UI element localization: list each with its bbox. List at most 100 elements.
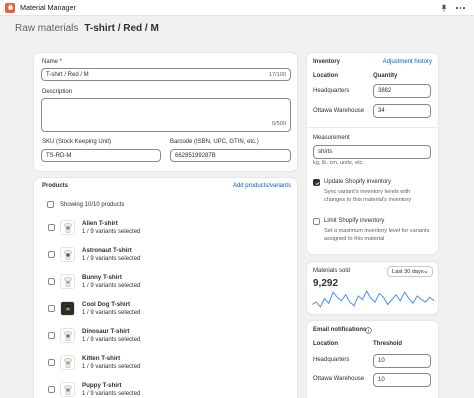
add-products-link[interactable]: Add products/variants <box>233 183 291 189</box>
threshold-value: 10 <box>378 358 385 364</box>
product-row[interactable]: Puppy T-shirt 1 / 9 variants selected <box>35 381 297 398</box>
product-thumbnail <box>60 328 75 343</box>
product-thumbnail <box>60 247 75 262</box>
name-value: T-shirt / Red / M <box>46 71 89 78</box>
location-column-header: Location <box>313 73 338 79</box>
materials-sold-title: Materials sold <box>313 268 351 274</box>
product-checkbox[interactable] <box>48 332 55 339</box>
product-checkbox[interactable] <box>48 386 55 393</box>
limit-inventory-hint: Set a maximum inventory level for varian… <box>324 228 430 242</box>
inventory-card: Inventory Adjustment history Location Qu… <box>307 53 438 254</box>
description-field[interactable] <box>41 98 291 132</box>
app-title: Material Manager <box>20 3 76 12</box>
page-title: T-shirt / Red / M <box>84 23 159 34</box>
description-label: Description <box>42 89 73 95</box>
sku-field[interactable]: TS-RD-M <box>41 149 161 162</box>
sales-sparkline <box>311 290 435 308</box>
location-name: Ottawa Warehouse <box>313 376 365 382</box>
adjustment-history-link[interactable]: Adjustment history <box>383 59 432 65</box>
sku-label: SKU (Stock Keeping Unit) <box>42 139 112 145</box>
date-range-value: Last 30 days <box>392 268 424 275</box>
product-checkbox[interactable] <box>48 305 55 312</box>
product-variants: 1 / 9 variants selected <box>82 364 141 370</box>
product-thumbnail <box>60 355 75 370</box>
materials-sold-value: 9,292 <box>313 278 339 289</box>
product-name: Puppy T-shirt <box>82 382 122 389</box>
inventory-title: Inventory <box>313 59 341 65</box>
location-name: Headquarters <box>313 88 350 94</box>
chevron-down-icon <box>424 271 428 274</box>
pin-icon[interactable] <box>440 4 448 12</box>
breadcrumb-parent[interactable]: Raw materials <box>15 23 78 34</box>
quantity-value: 34 <box>378 108 385 114</box>
quantity-column-header: Quantity <box>373 73 398 79</box>
product-checkbox[interactable] <box>48 278 55 285</box>
name-field[interactable]: T-shirt / Red / M <box>41 68 291 81</box>
info-icon[interactable] <box>365 327 372 334</box>
name-label: Name * <box>42 59 63 65</box>
product-name: Astronaut T-shirt <box>82 247 132 254</box>
date-range-select[interactable]: Last 30 days <box>387 266 433 277</box>
threshold-column-header: Threshold <box>373 341 403 347</box>
product-variants: 1 / 9 variants selected <box>82 283 141 289</box>
quantity-input[interactable]: 3882 <box>373 84 431 98</box>
product-variants: 1 / 9 variants selected <box>82 337 141 343</box>
product-name: Dinosaur T-shirt <box>82 328 130 335</box>
email-notifications-title: Email notifications <box>313 327 367 333</box>
product-row[interactable]: Cool Dog T-shirt 1 / 9 variants selected <box>35 300 297 327</box>
barcode-label: Barcode (ISBN, UPC, GTIN, etc.) <box>170 139 259 145</box>
threshold-value: 10 <box>378 377 385 383</box>
more-icon[interactable] <box>456 4 465 12</box>
update-inventory-label: Update Shopify inventory <box>324 179 392 185</box>
product-row[interactable]: Astronaut T-shirt 1 / 9 variants selecte… <box>35 246 297 273</box>
location-name: Headquarters <box>313 357 350 363</box>
breadcrumb: Raw materials T-shirt / Red / M <box>15 23 159 34</box>
materials-sold-card: Materials sold Last 30 days 9,292 <box>307 262 438 314</box>
app-header: Material Manager <box>0 0 474 16</box>
product-name: Alien T-shirt <box>82 220 118 227</box>
quantity-input[interactable]: 34 <box>373 104 431 118</box>
product-variants: 1 / 9 variants selected <box>82 310 141 316</box>
product-name: Bunny T-shirt <box>82 274 122 281</box>
measurement-value: shirts <box>318 149 333 155</box>
update-inventory-hint: Sync variant's inventory levels with cha… <box>324 189 412 203</box>
sku-value: TS-RD-M <box>46 152 72 159</box>
measurement-hint: kg, lb, cm, units, etc. <box>313 160 364 166</box>
product-variants: 1 / 9 variants selected <box>82 256 141 262</box>
product-row[interactable]: Bunny T-shirt 1 / 9 variants selected <box>35 273 297 300</box>
quantity-value: 3882 <box>378 88 392 94</box>
product-checkbox[interactable] <box>48 251 55 258</box>
select-all-checkbox[interactable] <box>47 201 54 208</box>
barcode-value: 66285199287B <box>175 152 216 159</box>
description-char-count: 0/500 <box>272 121 286 127</box>
details-card: Name * T-shirt / Red / M 17/100 Descript… <box>34 53 297 171</box>
product-name: Kitten T-shirt <box>82 355 121 362</box>
product-thumbnail <box>60 382 75 397</box>
location-name: Ottawa Warehouse <box>313 108 365 114</box>
product-row[interactable]: Dinosaur T-shirt 1 / 9 variants selected <box>35 327 297 354</box>
product-name: Cool Dog T-shirt <box>82 301 131 308</box>
measurement-label: Measurement <box>313 135 350 141</box>
limit-inventory-label: Limit Shopify inventory <box>324 218 385 224</box>
product-row[interactable]: Kitten T-shirt 1 / 9 variants selected <box>35 354 297 381</box>
app-logo-icon <box>5 2 15 13</box>
divider <box>307 127 438 128</box>
product-checkbox[interactable] <box>48 224 55 231</box>
product-variants: 1 / 9 variants selected <box>82 391 141 397</box>
products-title: Products <box>42 183 69 189</box>
sales-line <box>311 290 435 308</box>
threshold-input[interactable]: 10 <box>373 354 431 368</box>
measurement-input[interactable]: shirts <box>313 145 431 159</box>
limit-inventory-checkbox[interactable] <box>313 218 320 225</box>
product-thumbnail <box>60 274 75 289</box>
product-row[interactable]: Alien T-shirt 1 / 9 variants selected <box>35 219 297 246</box>
name-char-count: 17/100 <box>268 72 286 78</box>
email-notifications-card: Email notifications Location Threshold H… <box>307 321 438 398</box>
product-variants: 1 / 9 variants selected <box>82 229 141 235</box>
product-thumbnail <box>60 301 75 316</box>
threshold-input[interactable]: 10 <box>373 373 431 387</box>
barcode-field[interactable]: 66285199287B <box>170 149 291 162</box>
product-checkbox[interactable] <box>48 359 55 366</box>
update-inventory-checkbox[interactable] <box>313 179 320 186</box>
location-column-header: Location <box>313 341 338 347</box>
